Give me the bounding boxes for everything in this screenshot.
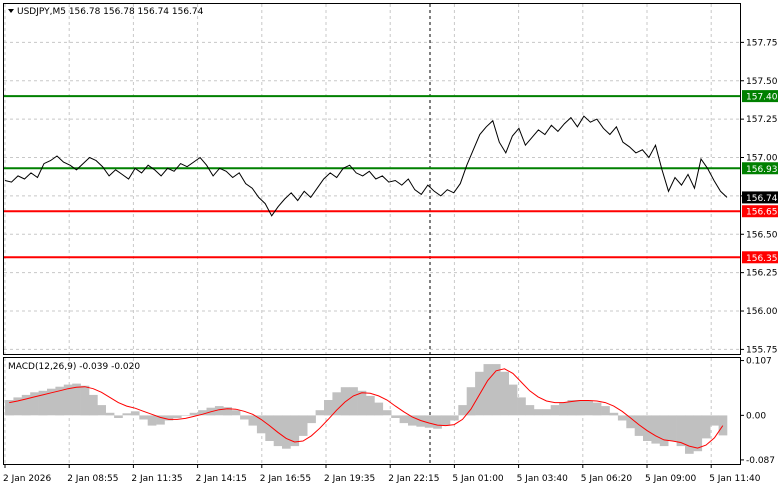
macd-bar bbox=[357, 390, 367, 416]
chart-title: USDJPY,M5 156.78 156.78 156.74 156.74 bbox=[17, 7, 204, 17]
y-tick-label: 157.00 bbox=[746, 154, 778, 164]
macd-bar bbox=[609, 412, 619, 416]
chart-canvas[interactable]: 157.75157.50157.25157.00156.75156.50156.… bbox=[0, 0, 781, 489]
macd-bar bbox=[634, 415, 644, 436]
macd-bar bbox=[592, 402, 602, 416]
macd-bar bbox=[332, 392, 342, 416]
macd-bar bbox=[450, 415, 459, 421]
macd-bar bbox=[298, 415, 308, 436]
macd-bar bbox=[424, 415, 434, 428]
macd-bar bbox=[172, 415, 182, 418]
y-tick-label: 157.75 bbox=[746, 38, 778, 48]
macd-bar bbox=[701, 415, 711, 439]
macd-bar bbox=[626, 415, 635, 429]
x-tick-label: 2 Jan 14:15 bbox=[196, 474, 247, 484]
y-tick-label: 155.75 bbox=[746, 345, 778, 355]
macd-bar bbox=[617, 415, 627, 421]
macd-bar bbox=[525, 405, 535, 416]
macd-bar bbox=[584, 401, 593, 416]
macd-bar bbox=[231, 410, 241, 416]
macd-bar bbox=[282, 415, 291, 449]
macd-bar bbox=[382, 410, 392, 416]
macd-bar bbox=[433, 415, 442, 429]
macd-bar bbox=[139, 415, 148, 420]
macd-bar bbox=[550, 405, 560, 416]
macd-bar bbox=[374, 402, 384, 416]
macd-bar bbox=[559, 402, 568, 416]
macd-bar bbox=[483, 364, 493, 416]
macd-bar bbox=[651, 415, 661, 444]
y-tick-label: 156.50 bbox=[746, 230, 778, 240]
macd-bar bbox=[391, 415, 400, 418]
x-tick-label: 2 Jan 16:55 bbox=[260, 474, 311, 484]
macd-bar bbox=[307, 415, 316, 424]
macd-bar bbox=[575, 400, 585, 416]
macd-bar bbox=[500, 371, 509, 416]
macd-bar bbox=[491, 364, 501, 416]
macd-bar bbox=[122, 413, 132, 416]
x-tick-label: 5 Jan 01:00 bbox=[452, 474, 504, 484]
macd-bar bbox=[542, 409, 551, 416]
x-tick-label: 2 Jan 19:35 bbox=[324, 474, 375, 484]
macd-bar bbox=[466, 387, 476, 416]
macd-bar bbox=[130, 411, 140, 416]
macd-bar bbox=[685, 415, 694, 454]
macd-bar bbox=[105, 412, 115, 416]
macd-bar bbox=[80, 385, 90, 416]
x-tick-label: 5 Jan 06:20 bbox=[581, 474, 633, 484]
macd-bar bbox=[533, 409, 543, 416]
macd-bar bbox=[240, 415, 249, 420]
level-label: 156.65 bbox=[746, 208, 778, 218]
x-tick-label: 5 Jan 03:40 bbox=[517, 474, 569, 484]
macd-bar bbox=[659, 415, 669, 447]
macd-bar bbox=[189, 412, 199, 416]
macd-bar bbox=[324, 400, 333, 416]
x-tick-label: 2 Jan 11:35 bbox=[131, 474, 182, 484]
macd-bar bbox=[668, 415, 677, 441]
macd-bar bbox=[147, 415, 157, 426]
macd-bar bbox=[441, 415, 451, 426]
level-label: 157.40 bbox=[746, 93, 778, 103]
macd-bar bbox=[248, 415, 258, 426]
x-tick-label: 2 Jan 08:55 bbox=[67, 474, 118, 484]
macd-bar bbox=[89, 394, 98, 416]
macd-bar bbox=[601, 406, 610, 416]
macd-bar bbox=[114, 415, 123, 418]
macd-y-tick-label: -0.087 bbox=[746, 456, 775, 466]
y-axis-macd: 0.107 0.00 -0.087 bbox=[740, 357, 775, 466]
x-tick-label: 5 Jan 11:40 bbox=[709, 474, 761, 484]
x-tick-label: 2 Jan 22:15 bbox=[388, 474, 439, 484]
macd-bar bbox=[273, 415, 283, 447]
y-tick-label: 157.50 bbox=[746, 77, 778, 87]
macd-bar bbox=[349, 387, 358, 416]
y-tick-label: 156.00 bbox=[746, 307, 778, 317]
macd-bar bbox=[718, 415, 728, 436]
level-label: 156.35 bbox=[746, 254, 778, 264]
macd-bar bbox=[475, 371, 484, 416]
macd-y-tick-label: 0.00 bbox=[746, 411, 766, 421]
macd-bar bbox=[508, 384, 518, 416]
macd-bar bbox=[458, 405, 467, 416]
y-tick-label: 157.25 bbox=[746, 115, 778, 125]
price-panel bbox=[3, 3, 741, 355]
macd-bar bbox=[315, 410, 325, 416]
x-axis: 2 Jan 2026 2 Jan 08:55 2 Jan 11:35 2 Jan 14… bbox=[3, 464, 761, 484]
x-tick-label: 5 Jan 09:00 bbox=[645, 474, 697, 484]
macd-bar bbox=[181, 415, 190, 416]
y-tick-label: 156.25 bbox=[746, 269, 778, 279]
macd-title: MACD(12,26,9) -0.039 -0.020 bbox=[8, 362, 140, 372]
level-label: 156.93 bbox=[746, 165, 778, 175]
macd-bar bbox=[399, 415, 409, 424]
macd-bar bbox=[693, 415, 703, 452]
macd-bar bbox=[72, 383, 81, 416]
macd-bar bbox=[366, 395, 375, 416]
macd-y-tick-label: 0.107 bbox=[746, 357, 772, 367]
macd-bar bbox=[710, 415, 719, 426]
macd-bar bbox=[97, 405, 106, 416]
level-label: 156.74 bbox=[746, 194, 778, 204]
x-tick-label: 2 Jan 2026 bbox=[3, 474, 51, 484]
macd-bar bbox=[517, 397, 526, 416]
